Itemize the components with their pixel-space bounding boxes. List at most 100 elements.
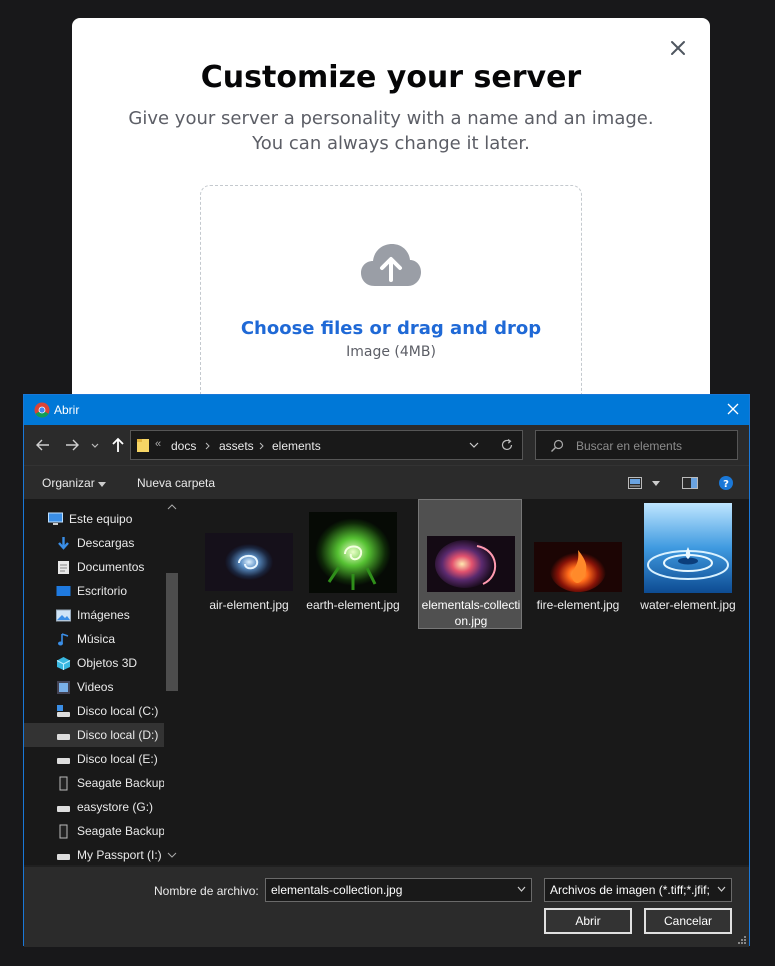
resize-grip-icon[interactable]: [737, 935, 747, 945]
sidebar-item-documentos[interactable]: Documentos: [24, 555, 164, 579]
search-box[interactable]: Buscar en elements: [535, 430, 738, 460]
sidebar-item-escritorio[interactable]: Escritorio: [24, 579, 164, 603]
drive-c-icon: [57, 705, 70, 717]
file-name: fire-element.jpg: [536, 598, 620, 612]
sidebar-label: Disco local (E:): [77, 752, 158, 766]
chrome-logo-icon: [34, 402, 50, 418]
sidebar-label: Disco local (C:): [77, 704, 159, 718]
scroll-down-icon[interactable]: [167, 851, 177, 859]
breadcrumb-assets[interactable]: assets: [219, 439, 254, 453]
scrollbar-thumb[interactable]: [166, 573, 178, 691]
sidebar-item-descargas[interactable]: Descargas: [24, 531, 164, 555]
sidebar-item-easystore[interactable]: easystore (G:): [24, 795, 164, 819]
up-arrow-icon[interactable]: [109, 436, 127, 454]
scroll-up-icon[interactable]: [167, 503, 177, 511]
filename-label: Nombre de archivo:: [154, 884, 259, 898]
caret-down-icon[interactable]: [652, 481, 660, 486]
cloud-upload-icon: [361, 244, 421, 286]
cancel-button[interactable]: Cancelar: [644, 908, 732, 934]
preview-pane-icon[interactable]: [682, 477, 698, 489]
file-item-elementals-collection[interactable]: elementals-collection.jpg: [418, 499, 522, 629]
sidebar-item-este-equipo[interactable]: Este equipo: [24, 507, 164, 531]
chevron-down-icon[interactable]: [517, 886, 526, 892]
organize-button[interactable]: Organizar: [42, 476, 95, 490]
file-open-dialog: Abrir « docs assets elements Buscar en e…: [23, 394, 750, 947]
file-list: air-element.jpg earth-element.jpg elemen…: [181, 499, 749, 865]
modal-subtitle: Give your server a personality with a na…: [128, 108, 654, 154]
dialog-title: Abrir: [54, 403, 80, 417]
chevron-down-icon[interactable]: [469, 441, 479, 449]
recent-locations-chevron-icon[interactable]: [90, 436, 100, 454]
videos-icon: [57, 681, 70, 694]
sidebar-item-objetos-3d[interactable]: Objetos 3D: [24, 651, 164, 675]
open-button[interactable]: Abrir: [544, 908, 632, 934]
sidebar-label: Música: [77, 632, 116, 646]
sidebar-item-my-passport[interactable]: My Passport (I:): [24, 843, 164, 865]
folder-icon: [137, 439, 149, 452]
breadcrumb-prefix: «: [155, 438, 162, 450]
file-name: air-element.jpg: [209, 598, 289, 612]
command-bar: Organizar Nueva carpeta ?: [24, 465, 749, 499]
file-thumbnail: [205, 533, 293, 591]
file-type-select[interactable]: Archivos de imagen (*.tiff;*.jfif;: [544, 878, 732, 902]
sidebar-label: easystore (G:): [77, 800, 154, 814]
file-item-water-element[interactable]: water-element.jpg: [636, 503, 740, 636]
file-name: earth-element.jpg: [306, 598, 400, 612]
navigation-pane: Este equipo Descargas Documentos Escrito…: [24, 499, 181, 865]
file-thumbnail: [534, 542, 622, 592]
filename-input[interactable]: elementals-collection.jpg: [265, 878, 532, 902]
drive-icon: [57, 806, 70, 812]
search-placeholder: Buscar en elements: [576, 439, 683, 453]
forward-arrow-icon[interactable]: [63, 436, 81, 454]
external-drive-icon: [59, 824, 68, 839]
address-bar[interactable]: « docs assets elements: [130, 430, 523, 460]
close-icon[interactable]: [725, 401, 741, 417]
breadcrumb-chevron-icon: [259, 442, 264, 450]
sidebar-item-videos[interactable]: Videos: [24, 675, 164, 699]
file-item-earth-element[interactable]: earth-element.jpg: [301, 506, 405, 636]
download-icon: [58, 537, 69, 550]
new-folder-button[interactable]: Nueva carpeta: [137, 476, 215, 490]
computer-icon: [48, 512, 63, 525]
file-item-air-element[interactable]: air-element.jpg: [197, 506, 301, 636]
sidebar-scrollbar[interactable]: [164, 499, 181, 865]
sidebar-item-disco-c[interactable]: Disco local (C:): [24, 699, 164, 723]
back-arrow-icon[interactable]: [34, 436, 52, 454]
refresh-icon[interactable]: [500, 438, 514, 452]
dialog-titlebar[interactable]: Abrir: [24, 395, 749, 425]
drive-icon: [57, 734, 70, 740]
help-icon[interactable]: ?: [719, 476, 733, 490]
navigation-bar: « docs assets elements Buscar en element…: [24, 425, 749, 465]
sidebar-label: Objetos 3D: [77, 656, 138, 670]
sidebar-label: Documentos: [77, 560, 145, 574]
sidebar-label: Descargas: [77, 536, 135, 550]
file-thumbnail: [309, 512, 397, 593]
breadcrumb-elements[interactable]: elements: [272, 439, 321, 453]
chevron-down-icon[interactable]: [717, 886, 726, 892]
sidebar-item-seagate-backup-2[interactable]: Seagate Backup: [24, 819, 165, 843]
sidebar-label: Escritorio: [77, 584, 128, 598]
sidebar-item-seagate-backup-1[interactable]: Seagate Backup: [24, 771, 166, 795]
file-item-fire-element[interactable]: fire-element.jpg: [526, 506, 630, 636]
caret-down-icon: [98, 482, 106, 487]
sidebar-item-musica[interactable]: Música: [24, 627, 164, 651]
breadcrumb-docs[interactable]: docs: [171, 439, 196, 453]
modal-title: Customize your server: [200, 60, 582, 95]
dialog-footer: Nombre de archivo: elementals-collection…: [24, 867, 749, 947]
choose-files-link[interactable]: Choose files or drag and drop: [201, 318, 581, 339]
file-thumbnail: [427, 536, 515, 592]
view-options-icon[interactable]: [628, 477, 642, 489]
drive-icon: [57, 854, 70, 860]
file-name: water-element.jpg: [640, 598, 736, 612]
close-icon[interactable]: [668, 38, 688, 58]
sidebar-item-disco-d[interactable]: Disco local (D:): [24, 723, 164, 747]
sidebar-label: Seagate Backup: [77, 776, 166, 790]
file-name: elementals-collection.jpg: [421, 598, 521, 628]
sidebar-item-disco-e[interactable]: Disco local (E:): [24, 747, 164, 771]
music-icon: [58, 633, 69, 646]
sidebar-label: Este equipo: [69, 512, 133, 526]
sidebar-label: My Passport (I:): [77, 848, 162, 862]
customize-server-modal: Customize your server Give your server a…: [72, 18, 710, 445]
svg-text:?: ?: [723, 479, 729, 490]
sidebar-item-imagenes[interactable]: Imágenes: [24, 603, 164, 627]
